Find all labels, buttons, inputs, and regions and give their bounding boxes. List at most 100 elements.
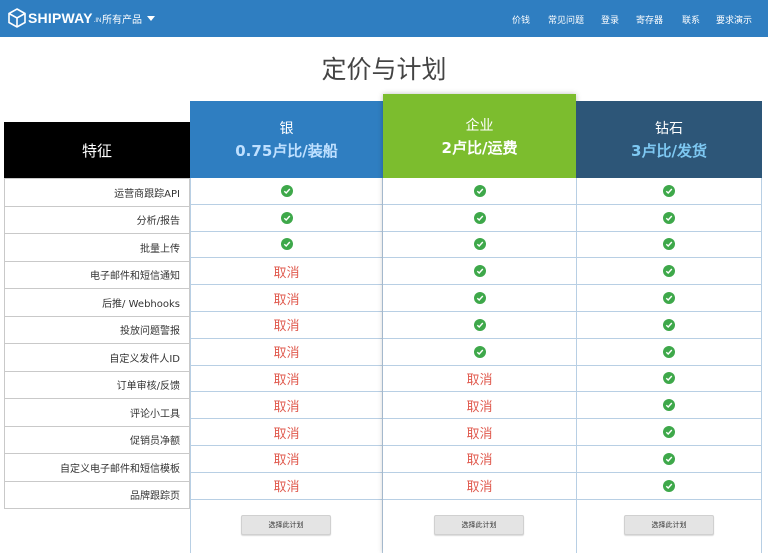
cancel-text: 取消 (466, 480, 493, 496)
nav-link-faq[interactable]: 常见问题 (548, 13, 584, 26)
plan-name: 企业 (465, 117, 494, 134)
nav-link-pricing[interactable]: 价钱 (512, 13, 530, 26)
plan-price: 2卢比/运费 (441, 138, 518, 157)
nav-link-request-demo[interactable]: 要求演示 (716, 13, 752, 26)
plan-diamond-body (576, 178, 762, 553)
cancel-text: 取消 (273, 265, 300, 281)
cancel-text: 取消 (273, 426, 300, 442)
page-title: 定价与计划 (321, 55, 447, 84)
logo-suffix: .IN (93, 18, 102, 24)
plan-enterprise-header: 企业 2卢比/运费 (383, 94, 576, 178)
feature-row: 后推/ Webhooks (5, 288, 189, 316)
check-icon (280, 238, 293, 251)
check-icon (280, 184, 293, 197)
plan-feature-cell: 取消 (383, 446, 576, 473)
cancel-text: 取消 (273, 346, 300, 362)
plan-enterprise-body: 取消 取消 取消 取消 取消 (383, 178, 576, 553)
check-icon (473, 318, 486, 331)
plan-feature-cell (577, 285, 761, 312)
plan-feature-cell: 取消 (191, 366, 382, 393)
features-list: 运营商跟踪API 分析/报告 批量上传 电子邮件和短信通知 后推/ Webhooks 投放… (4, 178, 190, 509)
plan-feature-cell (577, 392, 761, 420)
plan-feature-cell: 取消 (191, 258, 382, 286)
plan-feature-cell (191, 178, 382, 205)
feature-row: 订单审核/反馈 (5, 370, 189, 399)
all-products-label: 所有产品 (102, 15, 142, 26)
feature-row: 品牌跟踪页 (5, 480, 189, 509)
feature-row: 电子邮件和短信通知 (5, 260, 189, 289)
check-icon (280, 211, 293, 224)
cancel-text: 取消 (466, 453, 493, 469)
check-icon (663, 426, 675, 439)
plan-feature-cell: 取消 (191, 339, 382, 366)
feature-row: 评论小工具 (5, 398, 189, 426)
plan-feature-cell: 取消 (191, 446, 382, 473)
plan-diamond: 钻石 3卢比/发货 选择此计划 (576, 101, 762, 553)
nav-link-register[interactable]: 寄存器 (636, 13, 663, 26)
cancel-text: 取消 (273, 372, 300, 388)
check-icon (663, 479, 675, 492)
plan-feature-cell (577, 312, 761, 339)
shipway-logo[interactable]: SHIPWAY .IN (8, 8, 101, 28)
plan-feature-cell: 取消 (191, 473, 382, 500)
check-icon (473, 345, 486, 358)
plan-enterprise: 企业 2卢比/运费 取消 取消 取消 取消 取消 选择此计划 (383, 94, 576, 553)
select-plan-diamond-button[interactable]: 选择此计划 (624, 515, 714, 535)
select-plan-silver-button[interactable]: 选择此计划 (241, 515, 331, 535)
check-icon (663, 345, 675, 358)
cancel-text: 取消 (466, 426, 493, 442)
feature-row: 投放问题警报 (5, 315, 189, 344)
check-icon (473, 238, 486, 251)
all-products-dropdown[interactable]: 所有产品 (102, 11, 155, 26)
plan-diamond-header: 钻石 3卢比/发货 (576, 101, 762, 178)
check-icon (663, 292, 675, 305)
cancel-text: 取消 (273, 453, 300, 469)
plan-feature-cell (191, 232, 382, 259)
check-icon (663, 452, 675, 465)
plan-feature-cell (383, 312, 576, 339)
plan-feature-cell (191, 205, 382, 232)
check-icon (473, 184, 486, 197)
plan-feature-cell: 取消 (191, 285, 382, 312)
plan-feature-cell: 取消 (383, 473, 576, 500)
check-icon (473, 265, 486, 278)
plan-feature-cell: 取消 (383, 366, 576, 393)
plan-feature-cell (383, 258, 576, 286)
check-icon (663, 211, 675, 224)
check-icon (663, 399, 675, 412)
feature-row: 批量上传 (5, 233, 189, 261)
cube-icon (8, 8, 26, 28)
check-icon (473, 292, 486, 305)
plan-price: 0.75卢比/装船 (235, 142, 338, 160)
check-icon (663, 318, 675, 331)
plan-feature-cell (577, 178, 761, 205)
caret-down-icon (147, 16, 155, 21)
top-navbar: SHIPWAY .IN 所有产品 价钱 常见问题 登录 寄存器 联系 要求演示 (0, 0, 768, 37)
plan-feature-cell (383, 178, 576, 205)
plan-feature-cell: 取消 (191, 419, 382, 446)
plan-feature-cell: 取消 (383, 419, 576, 446)
feature-row: 自定义电子邮件和短信模板 (5, 453, 189, 481)
plan-feature-cell (577, 205, 761, 232)
feature-row: 自定义发件人ID (5, 343, 189, 371)
plan-feature-cell (383, 205, 576, 232)
feature-row: 促销员净额 (5, 425, 189, 454)
cancel-text: 取消 (273, 399, 300, 415)
feature-row: 运营商跟踪API (5, 178, 189, 206)
plan-feature-cell: 取消 (383, 392, 576, 420)
nav-link-contact[interactable]: 联系 (682, 13, 700, 26)
cancel-text: 取消 (273, 292, 300, 308)
plan-feature-cell: 取消 (191, 392, 382, 420)
select-plan-enterprise-button[interactable]: 选择此计划 (434, 515, 524, 535)
cancel-text: 取消 (273, 319, 300, 335)
plan-feature-cell (383, 339, 576, 366)
plan-feature-cell (577, 419, 761, 446)
plan-name: 钻石 (655, 121, 683, 137)
plan-silver-header: 银 0.75卢比/装船 (190, 101, 383, 178)
plan-feature-cell (383, 285, 576, 312)
plan-feature-cell (577, 232, 761, 259)
plan-feature-cell (577, 366, 761, 393)
plan-feature-cell (577, 473, 761, 500)
nav-link-login[interactable]: 登录 (601, 13, 619, 26)
features-header: 特征 (4, 122, 190, 178)
